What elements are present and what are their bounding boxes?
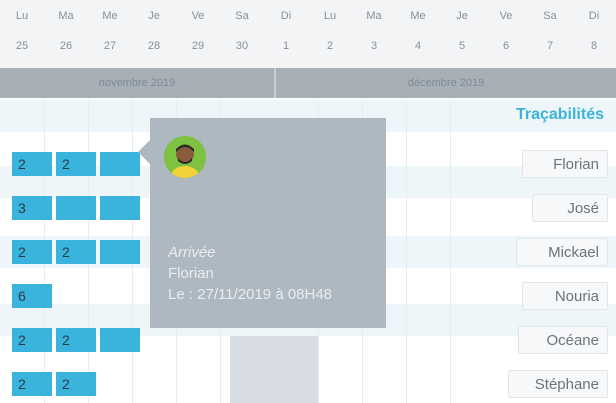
day-number: 29: [191, 40, 205, 52]
day-number: 6: [502, 40, 510, 52]
month-label-november: novembre 2019: [0, 68, 276, 98]
planning-grid: Lu Ma Me Je Ve Sa Di Lu Ma Me Je Ve Sa D…: [0, 0, 616, 403]
day-number: 7: [546, 40, 554, 52]
employee-name-jose[interactable]: José: [532, 194, 608, 222]
day-name: Je: [456, 10, 468, 22]
popup-title: Arrivée: [168, 244, 216, 261]
day-number: 4: [414, 40, 422, 52]
day-name: Je: [148, 10, 160, 22]
month-label-december: décembre 2019: [407, 77, 485, 89]
count-cell[interactable]: [100, 152, 140, 176]
grid-line: [406, 100, 407, 403]
count-cell[interactable]: 3: [12, 196, 52, 220]
count-cell[interactable]: 2: [56, 372, 96, 396]
day-name: Di: [280, 10, 292, 22]
count-cell[interactable]: 2: [12, 152, 52, 176]
count-cell[interactable]: 2: [56, 328, 96, 352]
count-cell[interactable]: 2: [12, 328, 52, 352]
month-bar: novembre 2019 décembre 2019: [0, 68, 616, 98]
day-name: Lu: [323, 10, 337, 22]
day-number: 26: [59, 40, 73, 52]
employee-name-stephane[interactable]: Stéphane: [508, 370, 608, 398]
grid-line: [450, 100, 451, 403]
employee-name-mickael[interactable]: Mickael: [516, 238, 608, 266]
day-number: 5: [458, 40, 466, 52]
avatar: [164, 136, 206, 178]
arrival-tooltip: Arrivée Florian Le : 27/11/2019 à 08H48: [150, 118, 386, 328]
count-cell[interactable]: 2: [56, 152, 96, 176]
employee-name-oceane[interactable]: Océane: [518, 326, 608, 354]
day-name: Di: [588, 10, 600, 22]
tracabilites-heading: Traçabilités: [515, 106, 604, 123]
popup-person: Florian: [168, 265, 214, 282]
employee-name-florian[interactable]: Florian: [522, 150, 608, 178]
day-name: Ma: [58, 10, 74, 22]
count-cell[interactable]: [100, 240, 140, 264]
day-number: 8: [590, 40, 598, 52]
day-number: 1: [282, 40, 290, 52]
day-name: Me: [410, 10, 426, 22]
count-cell[interactable]: [56, 196, 96, 220]
person-avatar-icon: [164, 136, 206, 178]
employee-name-nouria[interactable]: Nouria: [522, 282, 608, 310]
count-cell[interactable]: [100, 196, 140, 220]
popup-datetime: Le : 27/11/2019 à 08H48: [168, 286, 333, 303]
day-number: 3: [370, 40, 378, 52]
day-name: Sa: [543, 10, 557, 22]
day-name: Ve: [191, 10, 205, 22]
day-name: Sa: [235, 10, 249, 22]
count-cell[interactable]: 2: [56, 240, 96, 264]
count-cell[interactable]: 2: [12, 372, 52, 396]
count-cell[interactable]: 2: [12, 240, 52, 264]
day-names-row: Lu Ma Me Je Ve Sa Di Lu Ma Me Je Ve Sa D…: [0, 10, 616, 22]
day-name: Ma: [366, 10, 382, 22]
day-number: 28: [147, 40, 161, 52]
count-cell[interactable]: [100, 328, 140, 352]
day-name: Ve: [499, 10, 513, 22]
day-number: 30: [235, 40, 249, 52]
day-name: Lu: [15, 10, 29, 22]
popup-arrow: [138, 140, 150, 164]
count-cell[interactable]: 6: [12, 284, 52, 308]
day-number: 25: [15, 40, 29, 52]
day-number: 2: [326, 40, 334, 52]
day-name: Me: [102, 10, 118, 22]
day-number: 27: [103, 40, 117, 52]
day-numbers-row: 25 26 27 28 29 30 1 2 3 4 5 6 7 8: [0, 40, 616, 52]
